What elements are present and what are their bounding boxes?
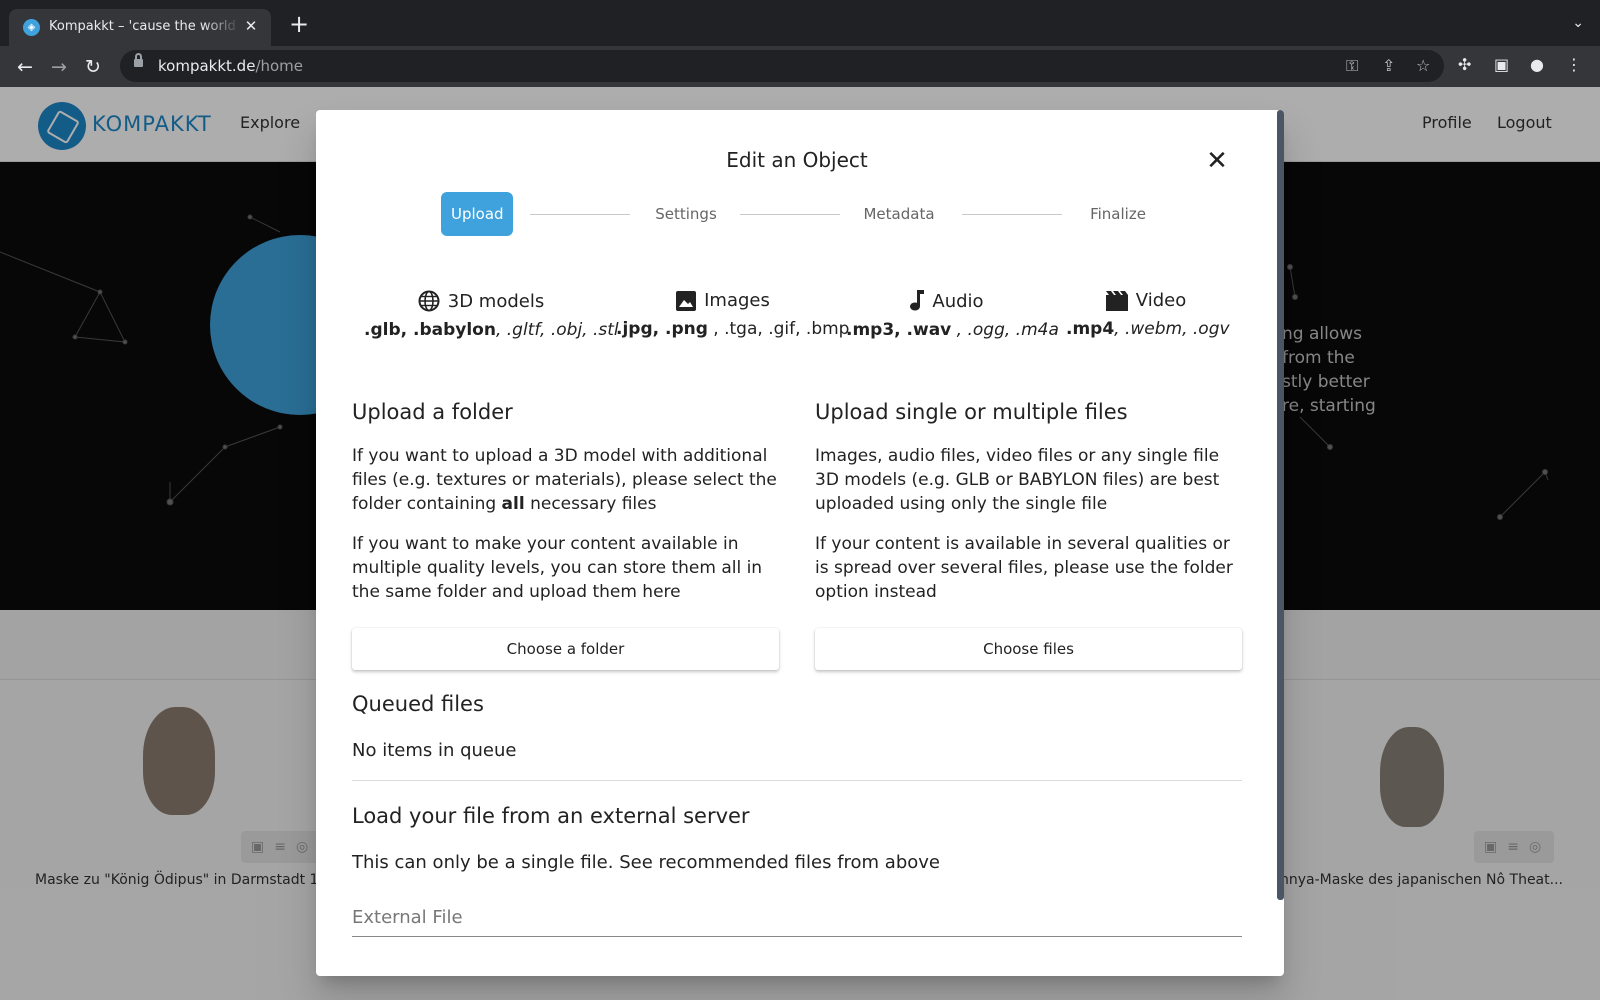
upload-folder-quality-text: If you want to make your content availab…	[352, 534, 763, 602]
format-3d-models: 3D models .glb, .babylon, .gltf, .obj, .…	[364, 290, 619, 340]
upload-folder-section: Upload a folder If you want to upload a …	[352, 400, 779, 620]
external-server-title: Load your file from an external server	[352, 804, 750, 828]
browser-tab[interactable]: ◈ Kompakkt – 'cause the world is ✕	[9, 9, 271, 46]
share-icon[interactable]: ⇪	[1382, 56, 1395, 75]
format-extensions: .mp4, .webm, .ogv	[1066, 319, 1230, 339]
divider	[352, 780, 1242, 781]
external-file-input[interactable]: External File	[352, 903, 1242, 937]
stepper-connector	[962, 214, 1062, 215]
edit-object-dialog: Edit an Object ✕ Upload Settings Metadat…	[316, 110, 1284, 976]
choose-files-button[interactable]: Choose files	[815, 628, 1242, 670]
lock-icon	[134, 53, 143, 67]
format-video: Video .mp4, .webm, .ogv	[1066, 290, 1230, 339]
forward-icon[interactable]: →	[46, 54, 72, 80]
step-metadata[interactable]: Metadata	[854, 192, 944, 236]
tab-search-chevron-icon[interactable]: ⌄	[1572, 15, 1584, 31]
browser-toolbar: ← → ↻ kompakkt.de/home ⚿ ⇪ ☆ ✣ ▣ ● ⋮	[0, 46, 1600, 87]
step-settings[interactable]: Settings	[646, 192, 726, 236]
dialog-scrollbar[interactable]	[1277, 110, 1284, 900]
image-icon	[676, 290, 697, 311]
stepper-connector	[530, 214, 630, 215]
extensions-icon[interactable]: ✣	[1458, 55, 1471, 74]
side-panel-icon[interactable]: ▣	[1494, 55, 1509, 74]
upload-files-section: Upload single or multiple files Images, …	[815, 400, 1242, 620]
browser-menu-icon[interactable]: ⋮	[1566, 55, 1582, 74]
queue-empty-text: No items in queue	[352, 740, 517, 761]
choose-folder-button[interactable]: Choose a folder	[352, 628, 779, 670]
globe-icon	[418, 290, 440, 312]
format-label: Video	[1135, 290, 1187, 311]
format-extensions: .mp3, .wav , .ogg, .m4a	[846, 320, 1059, 340]
upload-folder-title: Upload a folder	[352, 400, 513, 424]
upload-files-title: Upload single or multiple files	[815, 400, 1128, 424]
browser-tab-strip: ◈ Kompakkt – 'cause the world is ✕ + ⌄	[0, 0, 1600, 46]
upload-folder-text: If you want to upload a 3D model with ad…	[352, 446, 777, 514]
music-note-icon	[910, 290, 925, 311]
external-server-hint: This can only be a single file. See reco…	[352, 852, 940, 873]
tab-title: Kompakkt – 'cause the world is	[49, 19, 241, 34]
format-label: Audio	[932, 290, 984, 312]
format-label: 3D models	[447, 290, 545, 312]
step-upload[interactable]: Upload	[441, 192, 513, 236]
format-extensions: .glb, .babylon, .gltf, .obj, .stl	[364, 320, 619, 340]
dialog-title: Edit an Object	[726, 148, 868, 172]
queued-files-title: Queued files	[352, 692, 484, 716]
kompakkt-favicon-icon: ◈	[23, 19, 40, 36]
film-icon	[1105, 290, 1128, 311]
bookmark-star-icon[interactable]: ☆	[1416, 56, 1430, 75]
upload-files-quality-text: If your content is available in several …	[815, 534, 1233, 602]
address-bar[interactable]: kompakkt.de/home ⚿ ⇪ ☆	[120, 50, 1444, 82]
reload-icon[interactable]: ↻	[80, 54, 106, 80]
back-icon[interactable]: ←	[12, 54, 38, 80]
new-tab-icon[interactable]: +	[287, 12, 311, 36]
close-icon[interactable]: ✕	[1204, 148, 1230, 174]
format-label: Images	[704, 290, 770, 311]
tab-close-icon[interactable]: ✕	[241, 16, 261, 36]
format-images: Images .jpg, .png , .tga, .gif, .bmp	[616, 290, 850, 339]
step-finalize[interactable]: Finalize	[1078, 192, 1158, 236]
stepper-connector	[740, 214, 840, 215]
format-extensions: .jpg, .png , .tga, .gif, .bmp	[616, 319, 850, 339]
url-text: kompakkt.de/home	[158, 57, 304, 75]
upload-files-text: Images, audio files, video files or any …	[815, 446, 1220, 514]
key-icon[interactable]: ⚿	[1346, 56, 1358, 76]
profile-avatar-icon[interactable]: ●	[1530, 55, 1544, 74]
format-audio: Audio .mp3, .wav , .ogg, .m4a	[846, 290, 1059, 340]
